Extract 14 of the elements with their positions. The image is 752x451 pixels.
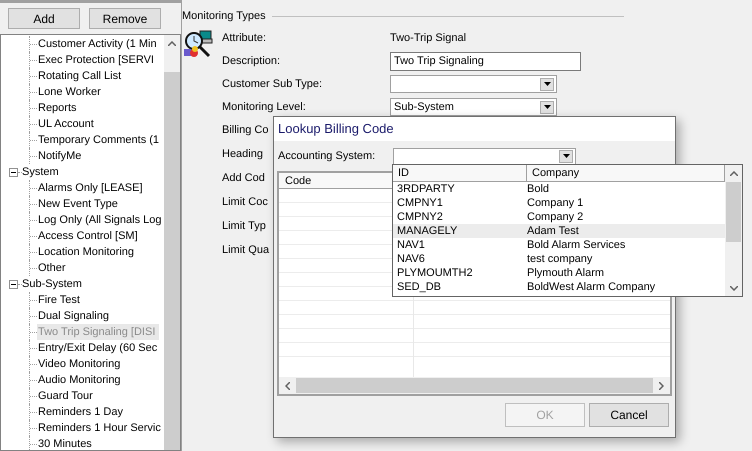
group-title: Monitoring Types [182, 9, 266, 24]
field-label: Description: [222, 54, 280, 67]
field-label: Billing Co [222, 124, 268, 136]
dialog-title: Lookup Billing Code [278, 120, 394, 138]
field-label: Limit Typ [222, 220, 266, 232]
field-label: Add Cod [222, 172, 265, 184]
field-label: Limit Coc [222, 196, 268, 208]
field-label: Customer Sub Type: [222, 78, 322, 90]
field-label: Attribute: [222, 32, 266, 44]
field-label: Monitoring Level: [222, 100, 306, 113]
field-label: Accounting System: [278, 148, 376, 164]
field-value: Two-Trip Signal [390, 30, 466, 46]
field-label: Limit Qua [222, 244, 270, 256]
field-label: Heading [222, 148, 263, 160]
